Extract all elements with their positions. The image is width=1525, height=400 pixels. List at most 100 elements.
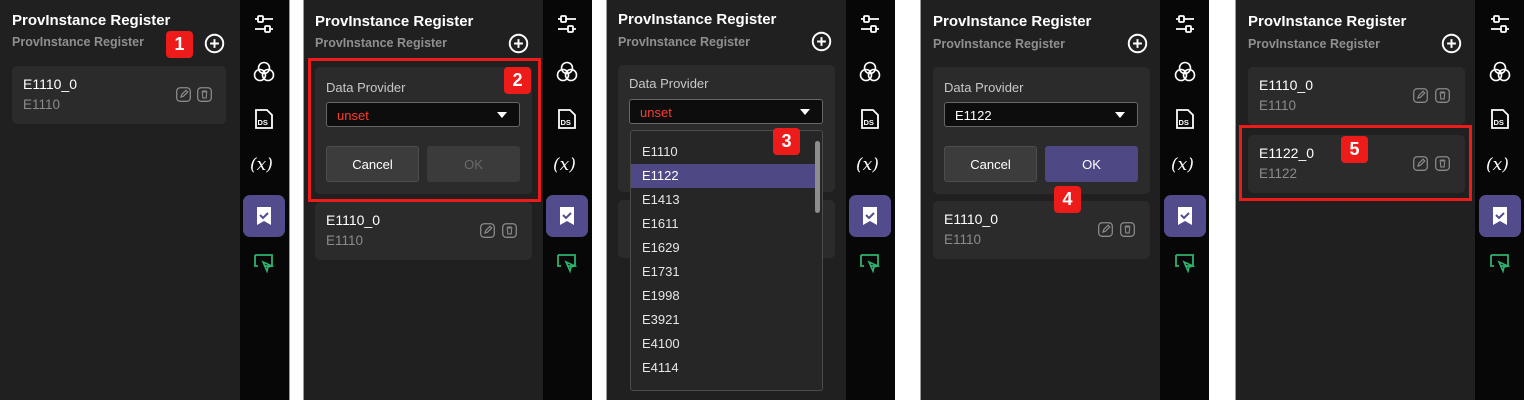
- main-area: ProvInstance Register ProvInstance Regis…: [304, 0, 543, 400]
- add-instance-button[interactable]: [1127, 33, 1148, 54]
- cursor-comment-icon[interactable]: [858, 251, 882, 275]
- svg-text:DS: DS: [864, 118, 874, 127]
- sliders-icon[interactable]: [555, 12, 579, 36]
- bookmark-check-icon[interactable]: [1164, 195, 1206, 237]
- panel-edge: [289, 0, 290, 400]
- page-subtitle: ProvInstance Register: [933, 37, 1065, 51]
- delete-icon[interactable]: [501, 222, 518, 239]
- main-area: ProvInstance Register ProvInstance Regis…: [1236, 0, 1475, 400]
- dropdown-option[interactable]: E1629: [631, 236, 815, 260]
- instance-name: E1110_0: [23, 76, 77, 92]
- add-instance-button[interactable]: [1441, 33, 1462, 54]
- page-subtitle: ProvInstance Register: [1248, 37, 1380, 51]
- step-badge: 1: [166, 31, 193, 58]
- select-value: E1122: [955, 108, 992, 123]
- edit-icon[interactable]: [479, 222, 496, 239]
- variable-x-icon[interactable]: (𝑥): [856, 155, 879, 175]
- svg-text:DS: DS: [1179, 118, 1189, 127]
- color-circles-icon[interactable]: [252, 60, 276, 84]
- bookmark-check-icon[interactable]: [243, 195, 285, 237]
- dropdown-option[interactable]: E1998: [631, 284, 815, 308]
- step-badge: 5: [1341, 136, 1368, 163]
- cursor-comment-icon[interactable]: [555, 251, 579, 275]
- dropdown-option-selected[interactable]: E1122: [631, 164, 815, 188]
- ds-document-icon[interactable]: DS: [252, 107, 276, 131]
- sliders-icon[interactable]: [858, 12, 882, 36]
- step-badge: 3: [773, 128, 800, 155]
- ds-document-icon[interactable]: DS: [1488, 107, 1512, 131]
- panel-step-2: ProvInstance Register ProvInstance Regis…: [303, 0, 592, 400]
- page-title: ProvInstance Register: [1248, 13, 1407, 30]
- color-circles-icon[interactable]: [555, 60, 579, 84]
- data-provider-select[interactable]: E1122: [944, 102, 1138, 127]
- sliders-icon[interactable]: [1173, 12, 1197, 36]
- variable-x-icon[interactable]: (𝑥): [553, 155, 576, 175]
- panel-step-4: ProvInstance Register ProvInstance Regis…: [920, 0, 1210, 400]
- page-subtitle: ProvInstance Register: [618, 35, 750, 49]
- color-circles-icon[interactable]: [1173, 60, 1197, 84]
- ok-button[interactable]: OK: [1045, 146, 1138, 182]
- list-item[interactable]: E1110_0 E1110: [12, 66, 226, 124]
- register-form: Data Provider E1122 Cancel OK: [933, 67, 1150, 194]
- step-badge: 4: [1054, 186, 1081, 213]
- right-rail: DS (𝑥): [846, 0, 895, 400]
- cursor-comment-icon[interactable]: [1173, 251, 1197, 275]
- delete-icon[interactable]: [196, 86, 213, 103]
- ds-document-icon[interactable]: DS: [1173, 107, 1197, 131]
- cursor-comment-icon[interactable]: [1488, 251, 1512, 275]
- data-provider-dropdown[interactable]: E1110 E1122 E1413 E1611 E1629 E1731 E199…: [630, 130, 823, 391]
- dropdown-option[interactable]: E1731: [631, 260, 815, 284]
- page-subtitle: ProvInstance Register: [12, 35, 144, 49]
- variable-x-icon[interactable]: (𝑥): [1171, 155, 1194, 175]
- variable-x-icon[interactable]: (𝑥): [1486, 155, 1509, 175]
- delete-icon[interactable]: [1434, 87, 1451, 104]
- page-title: ProvInstance Register: [315, 13, 474, 30]
- field-label: Data Provider: [629, 76, 709, 91]
- add-instance-button[interactable]: [811, 31, 832, 52]
- instance-provider: E1110: [1259, 98, 1297, 113]
- color-circles-icon[interactable]: [1488, 60, 1512, 84]
- bookmark-check-icon[interactable]: [546, 195, 588, 237]
- right-rail: DS (𝑥): [1160, 0, 1209, 400]
- edit-icon[interactable]: [1097, 221, 1114, 238]
- dropdown-option[interactable]: E4114: [631, 356, 815, 380]
- ds-document-icon[interactable]: DS: [555, 107, 579, 131]
- right-rail: DS (𝑥): [543, 0, 592, 400]
- instance-provider: E1110: [23, 97, 61, 112]
- svg-text:DS: DS: [561, 118, 571, 127]
- instance-name: E1110_0: [944, 211, 998, 227]
- select-value: unset: [640, 105, 672, 120]
- add-instance-button[interactable]: [508, 33, 529, 54]
- edit-icon[interactable]: [175, 86, 192, 103]
- ds-document-icon[interactable]: DS: [858, 107, 882, 131]
- color-circles-icon[interactable]: [858, 60, 882, 84]
- step-badge: 2: [504, 67, 531, 94]
- variable-x-icon[interactable]: (𝑥): [250, 155, 273, 175]
- bookmark-check-icon[interactable]: [849, 195, 891, 237]
- caret-down-icon: [800, 109, 810, 115]
- dropdown-option[interactable]: E1611: [631, 212, 815, 236]
- main-area: ProvInstance Register ProvInstance Regis…: [0, 0, 240, 400]
- add-instance-button[interactable]: [204, 33, 225, 54]
- list-item[interactable]: E1110_0 E1110: [933, 201, 1150, 259]
- cursor-comment-icon[interactable]: [252, 251, 276, 275]
- page-title: ProvInstance Register: [933, 13, 1092, 30]
- dropdown-option[interactable]: E1413: [631, 188, 815, 212]
- sliders-icon[interactable]: [252, 12, 276, 36]
- page-title: ProvInstance Register: [12, 12, 171, 29]
- data-provider-select[interactable]: unset: [629, 99, 823, 124]
- edit-icon[interactable]: [1412, 87, 1429, 104]
- dropdown-scrollbar[interactable]: [815, 141, 820, 213]
- list-item[interactable]: E1110_0 E1110: [315, 202, 532, 260]
- bookmark-check-icon[interactable]: [1479, 195, 1521, 237]
- cancel-button[interactable]: Cancel: [944, 146, 1037, 182]
- list-item[interactable]: E1110_0 E1110: [1248, 67, 1465, 125]
- instance-name: E1110_0: [1259, 77, 1313, 93]
- delete-icon[interactable]: [1119, 221, 1136, 238]
- dropdown-option[interactable]: E4100: [631, 332, 815, 356]
- sliders-icon[interactable]: [1488, 12, 1512, 36]
- instance-provider: E1110: [326, 233, 364, 248]
- page-subtitle: ProvInstance Register: [315, 36, 447, 50]
- instance-name: E1110_0: [326, 212, 380, 228]
- dropdown-option[interactable]: E3921: [631, 308, 815, 332]
